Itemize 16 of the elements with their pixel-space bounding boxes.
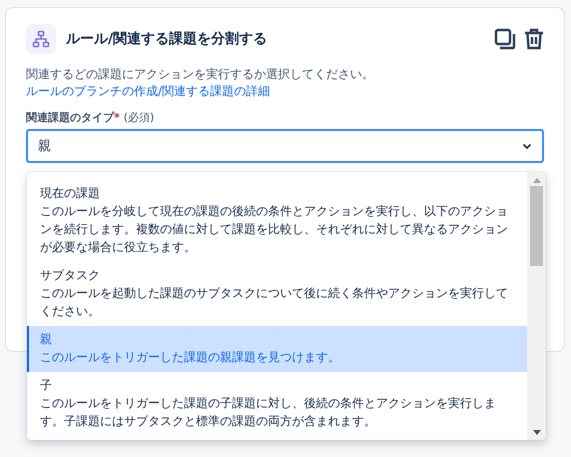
dropdown-option[interactable]: 子 このルールをトリガーした課題の子課題に対し、後続の条件とアクションを実行します。子課題にはサブタスクと標準の課題の両方が含まれます。 (27, 372, 527, 436)
duplicate-icon[interactable] (494, 28, 516, 50)
help-link[interactable]: ルールのブランチの作成/関連する課題の詳細 (26, 84, 270, 98)
branch-icon (26, 24, 56, 54)
dropdown-option[interactable]: 現在の課題 このルールを分岐して現在の課題の後続の条件とアクションを実行し、以下のアクションを続行します。複数の値に対して課題を比較し、それぞれに対して異なるアクションが必要な場合に役立ちます。 (27, 180, 527, 262)
dropdown-option[interactable]: サブタスク このルールを起動した課題のサブタスクについて後に続く条件やアクションを実行してください。 (27, 262, 527, 326)
scrollbar-thumb[interactable] (530, 186, 543, 266)
trash-icon[interactable] (524, 28, 544, 50)
dropdown-option[interactable]: 親 このルールをトリガーした課題の親課題を見つけます。 (27, 326, 527, 372)
description: 関連するどの課題にアクションを実行するか選択してください。 ルールのブランチの作成/関連する課題の詳細 (26, 66, 375, 100)
chevron-down-icon (522, 142, 532, 150)
field-label: 関連課題のタイプ* (必須) (26, 110, 156, 125)
scrollbar[interactable] (527, 172, 546, 440)
scroll-down-icon[interactable] (532, 430, 540, 435)
card-title: ルール/関連する課題を分割する (66, 30, 268, 48)
issue-type-select[interactable]: 親 (26, 129, 544, 163)
